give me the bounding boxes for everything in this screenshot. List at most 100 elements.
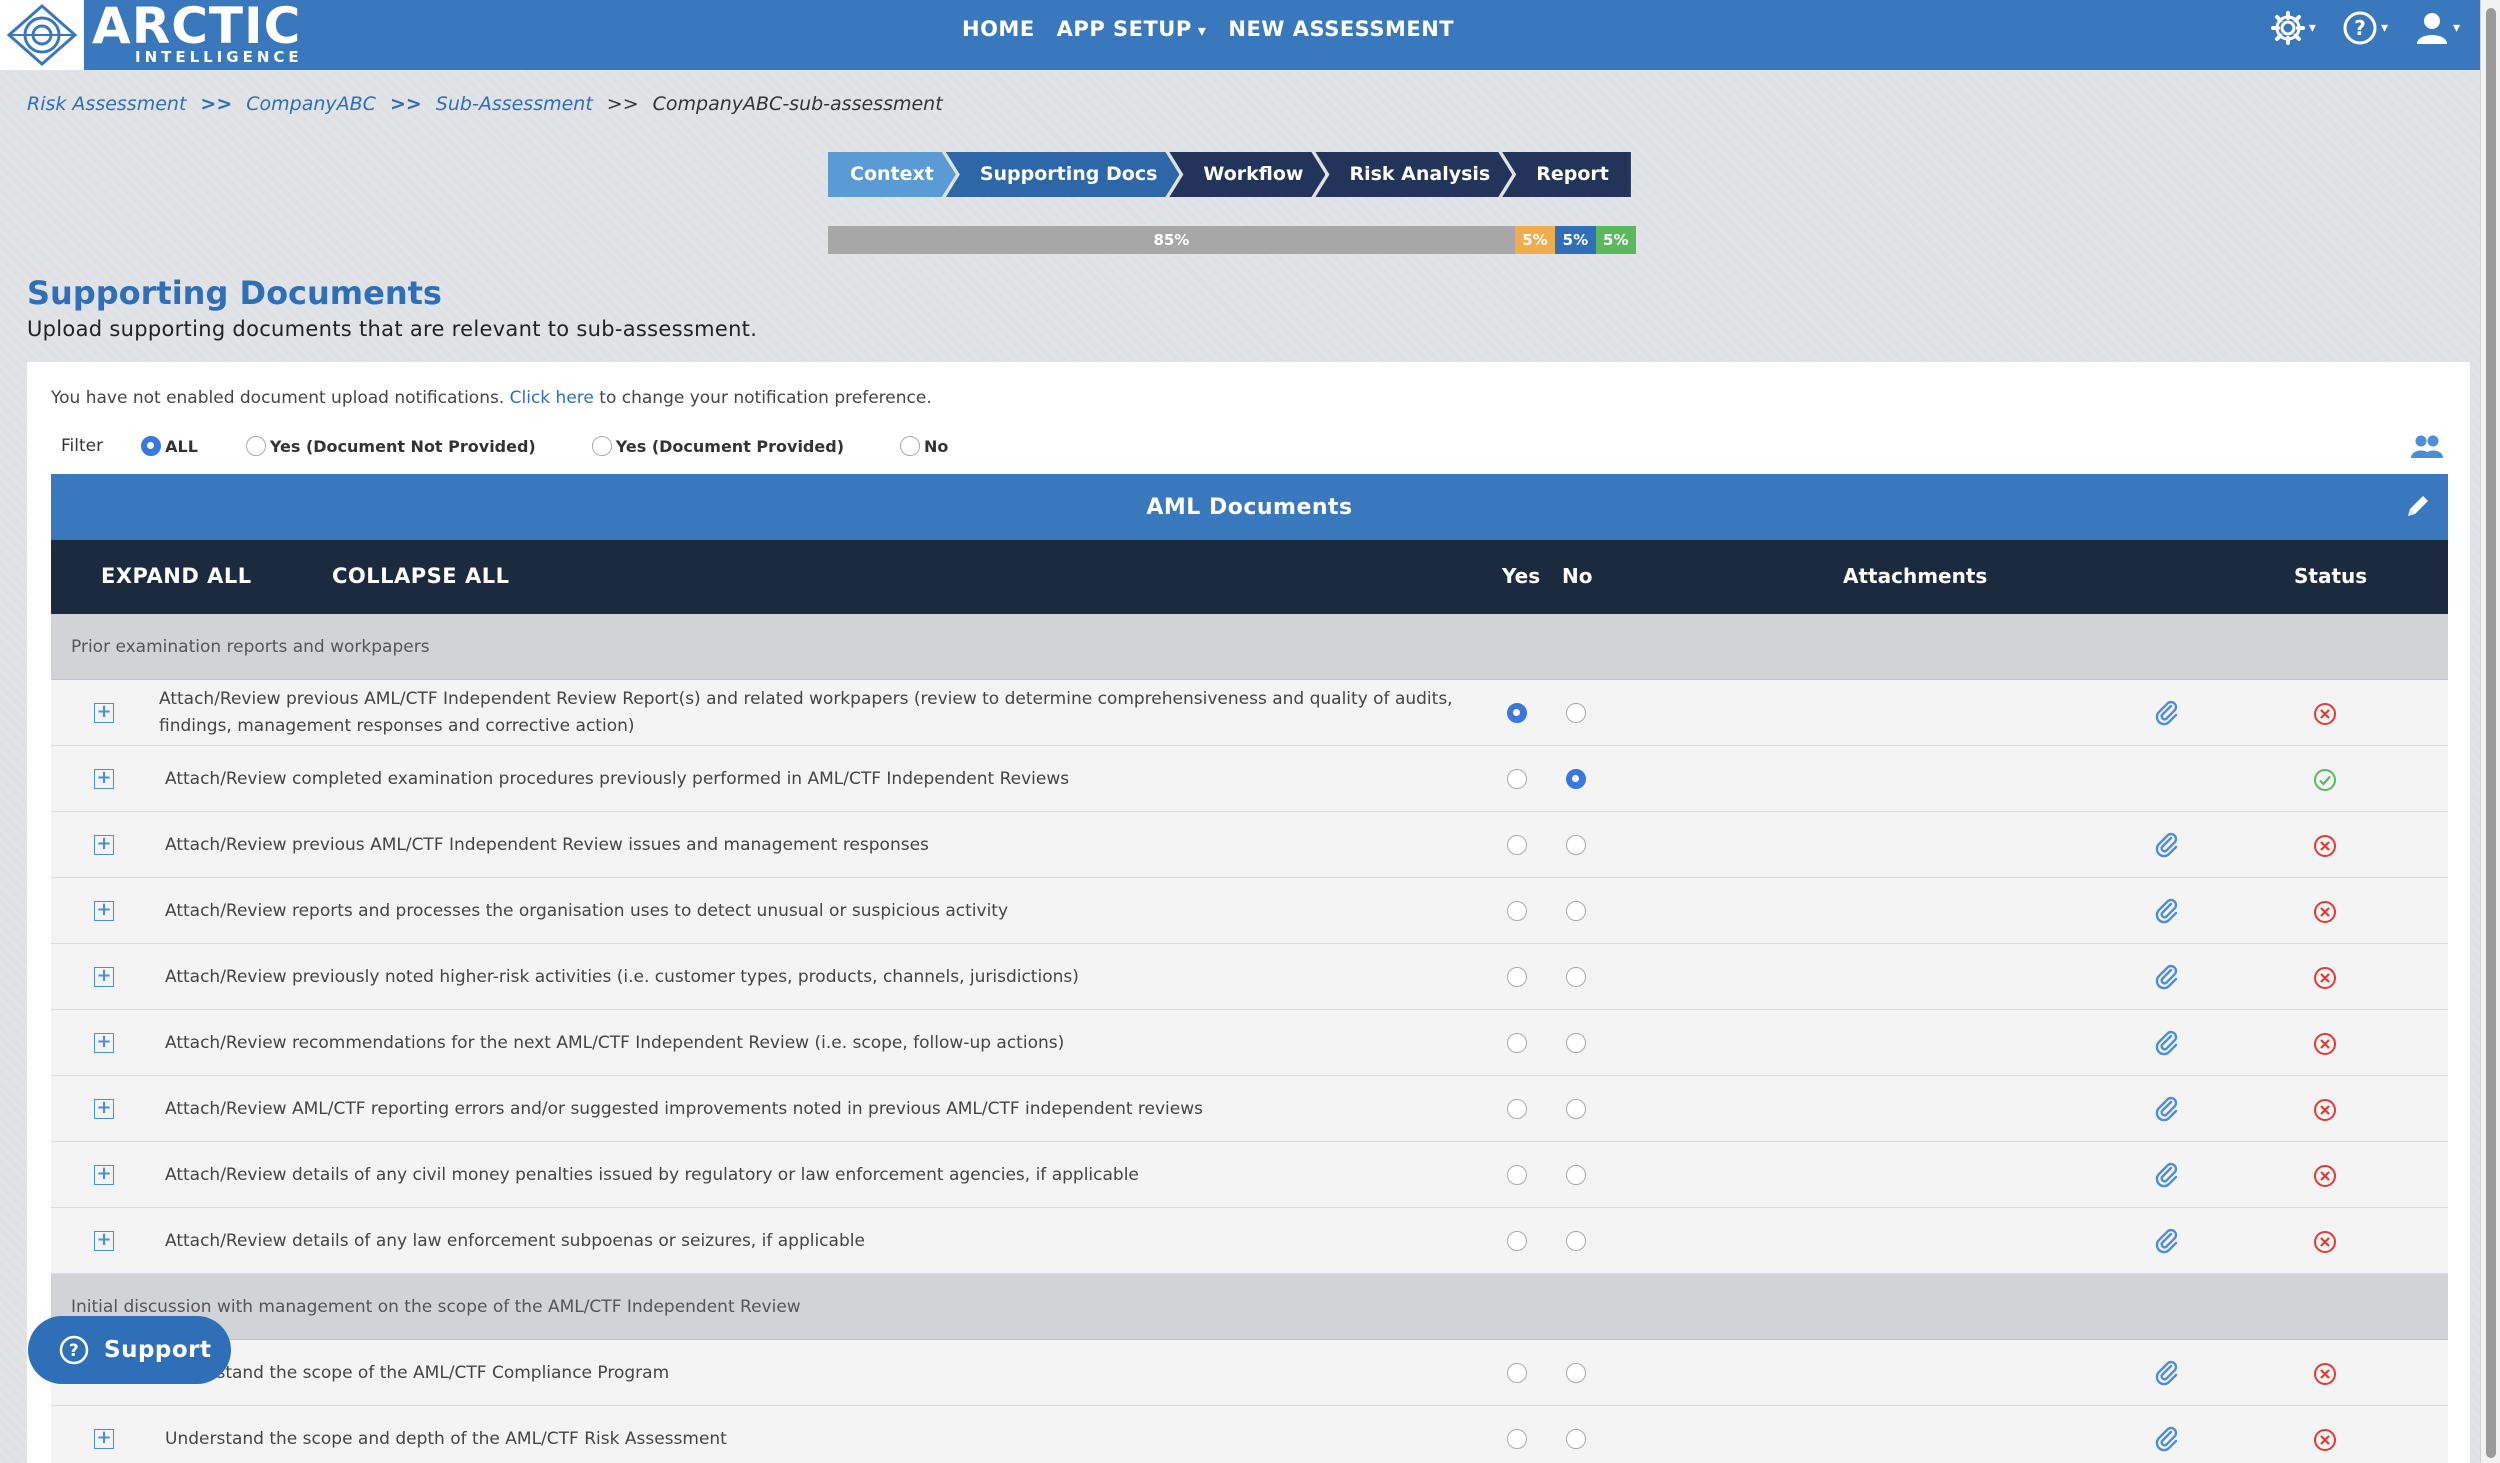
- paperclip-icon: [2155, 832, 2178, 858]
- answer-no-radio[interactable]: [1566, 1363, 1586, 1383]
- answer-no-radio[interactable]: [1566, 769, 1586, 789]
- breadcrumb-company[interactable]: CompanyABC: [246, 93, 376, 115]
- progress-segment: 5%: [1595, 226, 1636, 254]
- answer-yes-radio[interactable]: [1507, 1033, 1527, 1053]
- step-risk-analysis[interactable]: Risk Analysis: [1315, 152, 1512, 197]
- page-scrollbar[interactable]: [2480, 0, 2500, 1463]
- logo-wordmark: ARCTIC: [92, 0, 302, 55]
- attach-file-button[interactable]: [2154, 1096, 2180, 1129]
- expand-row-button[interactable]: +: [94, 1165, 114, 1185]
- row-text: Attach/Review details of any law enforce…: [165, 1230, 865, 1251]
- step-context[interactable]: Context: [828, 152, 956, 197]
- svg-text:?: ?: [2354, 16, 2366, 40]
- answer-yes-radio[interactable]: [1507, 1231, 1527, 1251]
- paperclip-icon: [2155, 700, 2178, 726]
- status-incomplete-icon: [2314, 1429, 2336, 1451]
- settings-menu[interactable]: ▾: [2270, 10, 2316, 46]
- edit-table-button[interactable]: [2404, 492, 2432, 526]
- logo-emblem[interactable]: [0, 0, 84, 70]
- expand-row-button[interactable]: +: [94, 901, 114, 921]
- expand-row-button[interactable]: +: [94, 1429, 114, 1449]
- status-indicator: [2313, 1428, 2337, 1457]
- attach-file-button[interactable]: [2154, 964, 2180, 997]
- filter-option-no[interactable]: No: [900, 436, 948, 456]
- attach-file-button[interactable]: [2154, 700, 2180, 733]
- filter-radio[interactable]: [141, 436, 162, 456]
- expand-row-button[interactable]: +: [94, 703, 114, 723]
- filter-option-all[interactable]: ALL: [141, 436, 198, 456]
- collapse-all-button[interactable]: COLLAPSE ALL: [332, 564, 509, 588]
- nav-app-setup[interactable]: APP SETUP: [1057, 17, 1207, 41]
- attach-file-button[interactable]: [2154, 1162, 2180, 1195]
- answer-no-radio[interactable]: [1566, 1033, 1586, 1053]
- attach-file-button[interactable]: [2154, 832, 2180, 865]
- answer-yes-radio[interactable]: [1507, 901, 1527, 921]
- attach-file-button[interactable]: [2154, 1426, 2180, 1459]
- row-description: Attach/Review completed examination proc…: [165, 746, 1485, 812]
- support-button[interactable]: ? Support: [28, 1316, 231, 1384]
- documents-panel: You have not enabled document upload not…: [27, 362, 2470, 1463]
- answer-no-radio[interactable]: [1566, 967, 1586, 987]
- expand-all-button[interactable]: EXPAND ALL: [101, 564, 252, 588]
- attach-file-button[interactable]: [2154, 1030, 2180, 1063]
- filter-radio[interactable]: [245, 436, 266, 456]
- attach-file-button[interactable]: [2154, 1228, 2180, 1261]
- attach-file-button[interactable]: [2154, 1360, 2180, 1393]
- expand-row-button[interactable]: +: [94, 769, 114, 789]
- answer-yes-radio[interactable]: [1507, 1429, 1527, 1449]
- status-indicator: [2313, 1164, 2337, 1193]
- answer-yes-radio[interactable]: [1507, 1165, 1527, 1185]
- breadcrumb-sub-assessment[interactable]: Sub-Assessment: [436, 93, 593, 115]
- row-text: Attach/Review previously noted higher-ri…: [165, 966, 1079, 987]
- answer-no-radio[interactable]: [1566, 1429, 1586, 1449]
- filter-radio[interactable]: [900, 436, 920, 456]
- notice-link[interactable]: Click here: [510, 388, 594, 408]
- section-header: Initial discussion with management on th…: [51, 1274, 2448, 1340]
- row-description: Attach/Review previously noted higher-ri…: [165, 944, 1485, 1010]
- assign-users-button[interactable]: [2410, 434, 2444, 464]
- answer-no-radio[interactable]: [1566, 1165, 1586, 1185]
- row-text: Attach/Review previous AML/CTF Independe…: [165, 834, 929, 855]
- scrollbar-thumb[interactable]: [2486, 8, 2496, 1458]
- expand-row-button[interactable]: +: [94, 1099, 114, 1119]
- answer-yes-radio[interactable]: [1507, 1363, 1527, 1383]
- top-right-icons: ▾ ? ▾ ▾: [2270, 10, 2460, 46]
- table-row: + Attach/Review details of any law enforc…: [51, 1208, 2448, 1274]
- help-menu[interactable]: ? ▾: [2342, 10, 2388, 46]
- status-indicator: [2313, 900, 2337, 929]
- expand-row-button[interactable]: +: [94, 835, 114, 855]
- answer-no-radio[interactable]: [1566, 901, 1586, 921]
- expand-row-button[interactable]: +: [94, 1033, 114, 1053]
- answer-yes-radio[interactable]: [1507, 835, 1527, 855]
- filter-option-label: Yes (Document Not Provided): [269, 436, 536, 456]
- nav-home[interactable]: HOME: [962, 17, 1035, 41]
- answer-no-radio[interactable]: [1566, 703, 1586, 723]
- answer-no-radio[interactable]: [1566, 1099, 1586, 1119]
- status-incomplete-icon: [2314, 835, 2336, 857]
- answer-no-radio[interactable]: [1566, 835, 1586, 855]
- answer-yes-radio[interactable]: [1507, 967, 1527, 987]
- breadcrumb-separator: >>: [389, 93, 422, 115]
- attach-file-button[interactable]: [2154, 898, 2180, 931]
- section-header: Prior examination reports and workpapers: [51, 614, 2448, 680]
- filter-option-label: Yes (Document Provided): [615, 436, 844, 456]
- answer-yes-radio[interactable]: [1507, 769, 1527, 789]
- status-indicator: [2313, 1032, 2337, 1061]
- filter-option-yes-provided[interactable]: Yes (Document Provided): [591, 436, 844, 456]
- step-workflow[interactable]: Workflow: [1169, 152, 1325, 197]
- expand-row-button[interactable]: +: [94, 1231, 114, 1251]
- filter-option-yes-not-provided[interactable]: Yes (Document Not Provided): [245, 436, 536, 456]
- answer-yes-radio[interactable]: [1507, 1099, 1527, 1119]
- step-report[interactable]: Report: [1502, 152, 1631, 197]
- user-menu[interactable]: ▾: [2414, 10, 2460, 46]
- breadcrumb-risk-assessment[interactable]: Risk Assessment: [27, 93, 186, 115]
- nav-new-assessment[interactable]: NEW ASSESSMENT: [1228, 17, 1454, 41]
- expand-row-button[interactable]: +: [94, 967, 114, 987]
- row-text: Understand the scope of the AML/CTF Comp…: [165, 1362, 670, 1383]
- filter-radio[interactable]: [591, 436, 612, 456]
- answer-no-radio[interactable]: [1566, 1231, 1586, 1251]
- status-incomplete-icon: [2314, 703, 2336, 725]
- answer-yes-radio[interactable]: [1507, 703, 1527, 723]
- step-supporting-docs[interactable]: Supporting Docs: [946, 152, 1180, 197]
- chevron-down-icon: ▾: [2380, 20, 2388, 36]
